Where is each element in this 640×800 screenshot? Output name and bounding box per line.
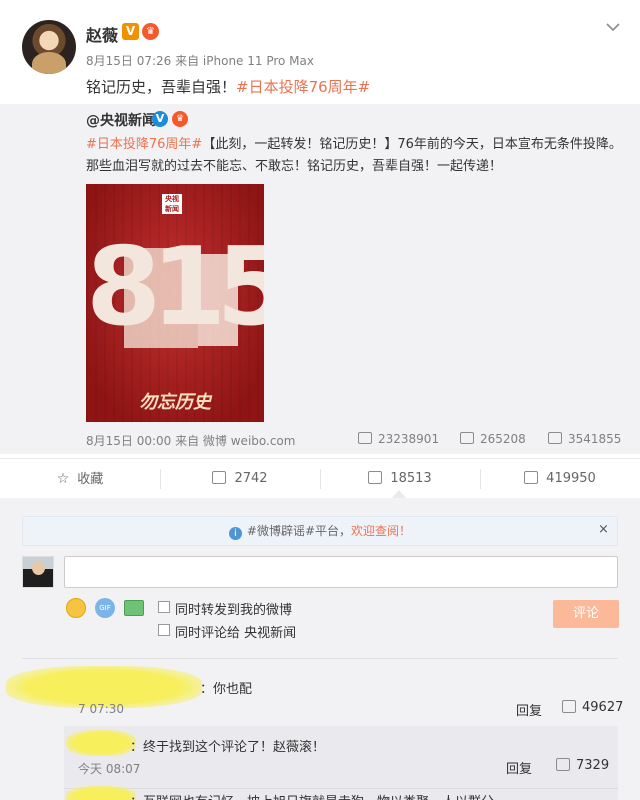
poster-logo: 央视新闻 — [162, 194, 182, 214]
thumbs-up-icon — [548, 432, 562, 444]
comment-option-label: 同时评论给 央视新闻 — [175, 626, 297, 641]
repost-author-name[interactable]: @央视新闻 — [86, 110, 156, 130]
comment-icon — [368, 471, 383, 484]
comment-time: 7 07:30 — [78, 702, 125, 716]
blurred-username — [66, 730, 136, 756]
thumbs-up-icon — [556, 758, 570, 771]
post-author-name[interactable]: 赵薇 — [86, 22, 118, 46]
poster-slogan: 勿忘历史 — [139, 392, 211, 413]
user-avatar[interactable] — [22, 556, 54, 588]
repost-like-count-link[interactable]: 3541855 — [548, 432, 621, 446]
vip-crown-icon: ♛ — [172, 111, 188, 127]
reply-text: ：互联网也有记忆，披上旭日旗就是走狗，物以类聚，人以群分 — [130, 791, 494, 800]
active-tab-indicator — [392, 490, 406, 498]
repost-count: 23238901 — [378, 432, 440, 446]
comment-input[interactable] — [64, 556, 618, 588]
gif-icon[interactable]: GIF — [95, 598, 115, 618]
reply-button[interactable]: 回复 — [506, 758, 532, 777]
repost-meta: 8月15日 00:00 来自 微博 weibo.com — [86, 434, 296, 448]
repost-comment-count: 265208 — [480, 432, 526, 446]
repost-hashtag-link[interactable]: #日本投降76周年# — [86, 137, 202, 152]
comment-text: ：你也配 — [200, 682, 253, 697]
verified-badge-icon: V — [122, 23, 139, 40]
post-text: 铭记历史，吾辈自强！#日本投降76周年# — [86, 76, 370, 97]
post-meta: 8月15日 07:26 来自 iPhone 11 Pro Max — [86, 54, 314, 68]
like-button-count: 419950 — [546, 471, 596, 486]
close-icon[interactable]: × — [598, 522, 609, 537]
chevron-down-icon[interactable] — [604, 20, 622, 38]
share-icon — [212, 471, 227, 484]
poster-number: 815 — [86, 225, 264, 350]
notice-link[interactable]: 欢迎查阅！ — [351, 524, 411, 538]
vip-crown-icon: ♛ — [142, 23, 159, 40]
favorite-button[interactable]: ☆ 收藏 — [0, 459, 160, 499]
thumbs-up-icon — [524, 471, 539, 484]
repost-option-label: 同时转发到我的微博 — [175, 603, 293, 618]
post-body: 铭记历史，吾辈自强！ — [86, 78, 237, 96]
post-hashtag-link[interactable]: #日本投降76周年# — [236, 78, 370, 96]
star-icon: ☆ — [56, 471, 70, 487]
repost-count-link[interactable]: 23238901 — [358, 432, 439, 446]
comment-to-author-checkbox[interactable] — [158, 624, 170, 636]
comment-like-button[interactable]: 7329 — [556, 758, 609, 773]
repost-button-count: 2742 — [234, 471, 268, 486]
reply-text: ：终于找到这个评论了！赵薇滚！ — [130, 740, 326, 755]
notice-text: #微博辟谣#平台， — [246, 524, 352, 538]
comment-like-button[interactable]: 49627 — [562, 700, 623, 715]
divider — [64, 788, 618, 789]
emoji-icon[interactable] — [66, 598, 86, 618]
info-icon: i — [228, 527, 242, 540]
poster-image[interactable]: 815 央视新闻 勿忘历史 — [86, 184, 264, 422]
repost-text: #日本投降76周年#【此刻，一起转发！铭记历史！】76年前的今天，日本宣布无条件… — [86, 134, 626, 178]
thumbs-up-icon — [562, 700, 576, 713]
rumor-notice-banner: i #微博辟谣#平台，欢迎查阅！ — [22, 516, 618, 546]
image-upload-icon[interactable] — [124, 600, 144, 616]
submit-comment-button[interactable]: 评论 — [553, 600, 619, 628]
favorite-label: 收藏 — [77, 472, 104, 487]
author-avatar[interactable] — [22, 20, 76, 74]
reply-button[interactable]: 回复 — [516, 700, 542, 719]
verified-badge-icon: V — [152, 111, 168, 127]
post-action-bar: ☆ 收藏 2742 18513 419950 — [0, 458, 640, 498]
like-button[interactable]: 419950 — [480, 459, 640, 499]
repost-comment-count-link[interactable]: 265208 — [460, 432, 526, 446]
repost-button[interactable]: 2742 — [160, 459, 320, 499]
reply-time: 今天 08:07 — [78, 762, 141, 776]
share-icon — [358, 432, 372, 444]
comment-like-count: 49627 — [582, 700, 624, 715]
repost-like-count: 3541855 — [568, 432, 622, 446]
blurred-username — [66, 786, 136, 800]
divider — [22, 658, 618, 659]
comment-like-count: 7329 — [576, 758, 610, 773]
comment-button-count: 18513 — [390, 471, 432, 486]
repost-to-my-weibo-checkbox[interactable] — [158, 601, 170, 613]
comment-icon — [460, 432, 474, 444]
